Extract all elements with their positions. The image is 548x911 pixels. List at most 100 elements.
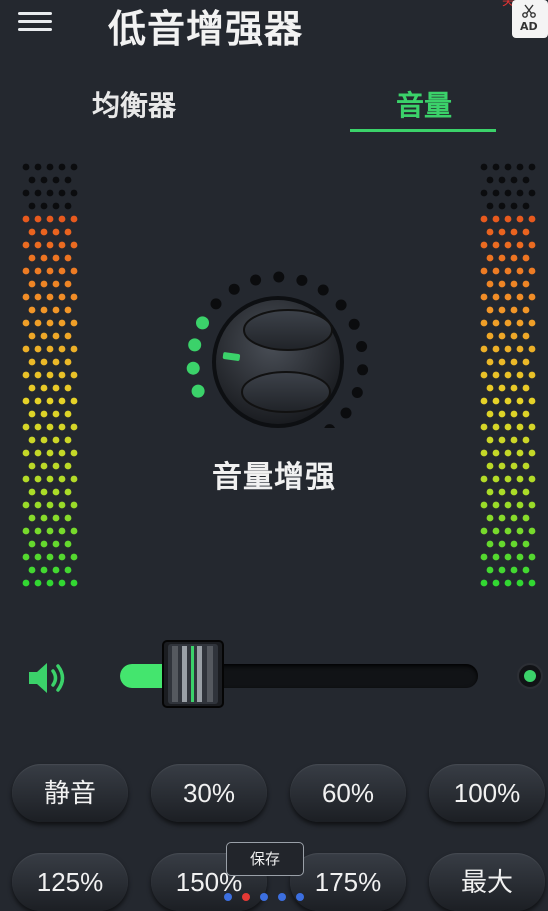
knob-level-dot-lit <box>196 316 209 330</box>
meter-dot <box>498 566 506 574</box>
meter-dot <box>34 319 42 327</box>
meter-dot <box>522 280 530 288</box>
meter-dot <box>40 384 48 392</box>
meter-dot <box>528 371 536 379</box>
meter-dot <box>28 306 36 314</box>
meter-dot <box>40 540 48 548</box>
knob-level-dot <box>340 407 352 419</box>
knob-level-dot-lit <box>188 338 202 352</box>
meter-dot <box>70 579 78 587</box>
meter-dot <box>40 176 48 184</box>
preset-125-button[interactable]: 125% <box>12 853 128 911</box>
knob-level-dot-lit <box>191 384 205 398</box>
meter-dot <box>64 540 72 548</box>
max-indicator-dot <box>517 663 543 689</box>
knob-level-dot <box>296 274 308 286</box>
meter-dot <box>70 397 78 405</box>
meter-dot <box>510 280 518 288</box>
meter-dot <box>46 579 54 587</box>
meter-dot <box>516 319 524 327</box>
meter-dot <box>480 163 488 171</box>
page-dot[interactable] <box>260 893 268 901</box>
meter-dot <box>40 306 48 314</box>
meter-dot <box>480 501 488 509</box>
knob-level-dot <box>210 298 222 310</box>
page-dot[interactable] <box>224 893 232 901</box>
meter-dot <box>504 241 512 249</box>
volume-boost-knob[interactable] <box>180 268 380 428</box>
meter-dot <box>28 332 36 340</box>
meter-dot <box>528 501 536 509</box>
preset-30-button[interactable]: 30% <box>151 764 267 822</box>
knob-level-dot <box>351 387 363 398</box>
meter-dot <box>64 514 72 522</box>
meter-dot <box>528 553 536 561</box>
meter-dot <box>516 163 524 171</box>
knob-level-dot-lit <box>186 361 200 375</box>
meter-dot <box>28 228 36 236</box>
preset-100-button[interactable]: 100% <box>429 764 545 822</box>
meter-dot <box>40 280 48 288</box>
meter-dot <box>70 189 78 197</box>
meter-dot <box>34 371 42 379</box>
preset-mute-button[interactable]: 静音 <box>12 764 128 822</box>
meter-dot <box>504 527 512 535</box>
meter-dot <box>58 527 66 535</box>
meter-dot <box>52 332 60 340</box>
meter-dot <box>486 176 494 184</box>
meter-dot <box>492 319 500 327</box>
page-dot[interactable] <box>278 893 286 901</box>
meter-dot <box>70 319 78 327</box>
meter-dot <box>58 319 66 327</box>
meter-dot <box>480 579 488 587</box>
meter-dot <box>34 501 42 509</box>
meter-dot <box>492 189 500 197</box>
meter-dot <box>516 345 524 353</box>
meter-dot <box>46 345 54 353</box>
meter-dot <box>516 501 524 509</box>
menu-icon[interactable] <box>18 10 52 34</box>
meter-dot <box>34 293 42 301</box>
meter-dot <box>510 566 518 574</box>
meter-dot <box>522 358 530 366</box>
meter-dot <box>64 410 72 418</box>
preset-max-button[interactable]: 最大 <box>429 853 545 911</box>
meter-dot <box>516 397 524 405</box>
ad-badge[interactable]: AD <box>512 0 548 38</box>
tab-volume[interactable]: 音量 <box>396 84 452 124</box>
meter-dot <box>498 254 506 262</box>
speaker-volume-icon[interactable] <box>26 658 72 698</box>
meter-dot <box>528 319 536 327</box>
meter-dot <box>498 514 506 522</box>
meter-dot <box>498 384 506 392</box>
tab-equalizer[interactable]: 均衡器 <box>92 84 176 124</box>
volume-slider-row <box>0 640 548 712</box>
meter-dot <box>40 410 48 418</box>
meter-dot <box>52 514 60 522</box>
meter-dot <box>28 566 36 574</box>
meter-dot <box>504 163 512 171</box>
meter-dot <box>34 423 42 431</box>
meter-dot <box>34 189 42 197</box>
meter-dot <box>486 384 494 392</box>
meter-dot <box>40 202 48 210</box>
meter-dot <box>504 267 512 275</box>
page-dot[interactable] <box>296 893 304 901</box>
meter-dot <box>516 371 524 379</box>
page-dot[interactable] <box>242 893 250 901</box>
meter-dot <box>522 254 530 262</box>
meter-dot <box>22 501 30 509</box>
meter-dot <box>64 436 72 444</box>
meter-dot <box>528 527 536 535</box>
meter-dot <box>64 202 72 210</box>
meter-dot <box>480 215 488 223</box>
meter-dot <box>22 267 30 275</box>
knob-level-dot <box>317 284 329 296</box>
meter-dot <box>504 189 512 197</box>
meter-dot <box>480 267 488 275</box>
preset-60-button[interactable]: 60% <box>290 764 406 822</box>
meter-dot <box>28 176 36 184</box>
meter-dot <box>480 345 488 353</box>
volume-slider-thumb[interactable] <box>161 640 224 708</box>
meter-dot <box>58 553 66 561</box>
